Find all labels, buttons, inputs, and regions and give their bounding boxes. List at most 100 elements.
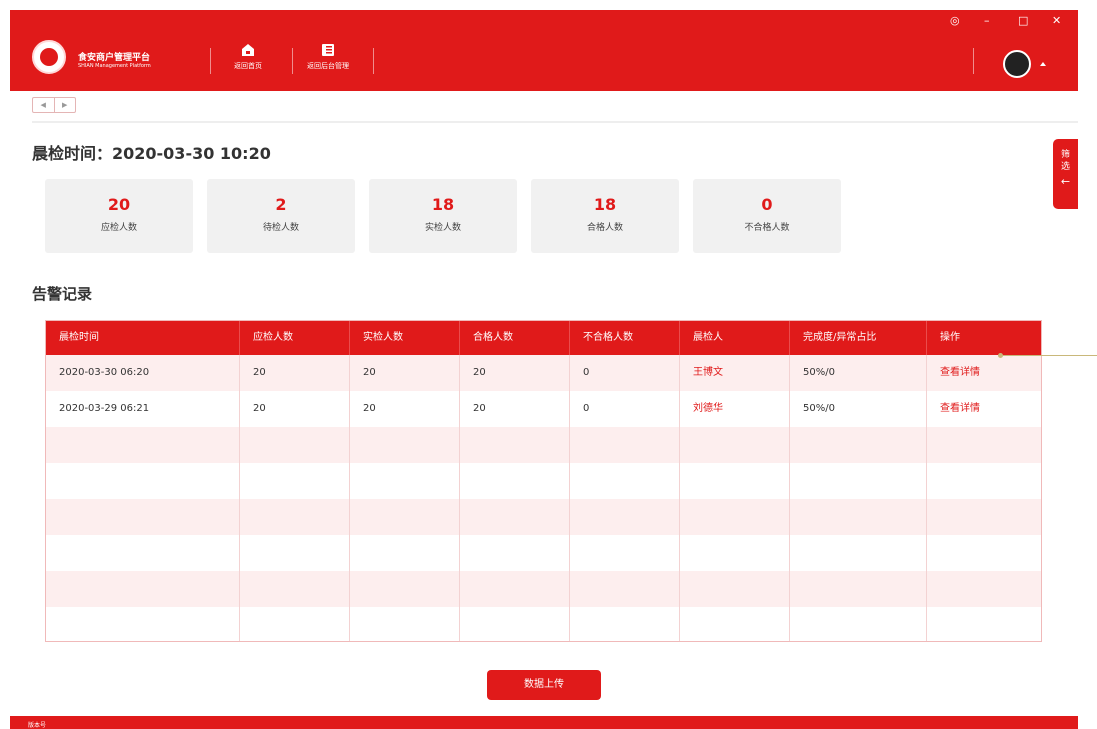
table-cell bbox=[790, 427, 927, 463]
filter-toggle-button[interactable]: 筛选 ← bbox=[1053, 139, 1078, 209]
minimize-icon[interactable]: – bbox=[984, 14, 990, 28]
table-cell bbox=[790, 499, 927, 535]
table-cell bbox=[240, 571, 350, 607]
home-icon bbox=[242, 44, 254, 56]
tab-prev-button[interactable]: ◀ bbox=[33, 98, 55, 112]
column-header: 实检人数 bbox=[350, 321, 460, 355]
stat-value: 20 bbox=[107, 195, 131, 214]
table-cell bbox=[350, 571, 460, 607]
view-details-link[interactable]: 查看详情 bbox=[927, 391, 1041, 427]
table-cell bbox=[927, 535, 1041, 571]
header-divider bbox=[373, 48, 374, 74]
table-cell bbox=[46, 499, 240, 535]
table-cell bbox=[460, 535, 570, 571]
inspector-name: 刘德华 bbox=[680, 391, 790, 427]
column-header: 完成度/异常占比 bbox=[790, 321, 927, 355]
table-cell: 0 bbox=[570, 355, 680, 391]
stat-label: 不合格人数 bbox=[744, 223, 790, 233]
settings-icon[interactable]: ◎ bbox=[950, 14, 960, 28]
table-cell bbox=[570, 607, 680, 641]
annotation-line bbox=[1000, 355, 1097, 356]
header-divider bbox=[292, 48, 293, 74]
table-cell bbox=[570, 499, 680, 535]
table-cell bbox=[46, 427, 240, 463]
tab-divider bbox=[32, 121, 1078, 123]
table-cell bbox=[350, 499, 460, 535]
table-cell: 20 bbox=[460, 391, 570, 427]
table-cell bbox=[680, 571, 790, 607]
table-cell bbox=[350, 535, 460, 571]
table-cell: 20 bbox=[350, 355, 460, 391]
table-cell bbox=[790, 571, 927, 607]
table-row: 2020-03-29 06:21 20 20 20 0 刘德华 50%/0 查看… bbox=[46, 391, 1041, 427]
arrow-left-icon: ← bbox=[1060, 175, 1071, 188]
stat-value: 0 bbox=[761, 195, 773, 214]
table-cell bbox=[570, 463, 680, 499]
tab-next-button[interactable]: ▶ bbox=[55, 98, 76, 112]
avatar[interactable] bbox=[1003, 50, 1031, 78]
stat-label: 应检人数 bbox=[100, 223, 137, 233]
panel-icon bbox=[322, 44, 334, 56]
table-cell bbox=[350, 427, 460, 463]
table-cell bbox=[680, 427, 790, 463]
table-header-row: 晨检时间 应检人数 实检人数 合格人数 不合格人数 晨检人 完成度/异常占比 操… bbox=[46, 321, 1041, 355]
tab-navigator: ◀ ▶ bbox=[32, 97, 76, 113]
stat-card-pending: 2 待检人数 bbox=[207, 179, 355, 253]
table-cell bbox=[46, 571, 240, 607]
nav-admin-button[interactable]: 返回后台管理 bbox=[300, 43, 356, 71]
table-cell bbox=[927, 571, 1041, 607]
column-header: 合格人数 bbox=[460, 321, 570, 355]
table-row-empty bbox=[46, 427, 1041, 463]
view-details-link[interactable]: 查看详情 bbox=[927, 355, 1041, 391]
table-row: 2020-03-30 06:20 20 20 20 0 王博文 50%/0 查看… bbox=[46, 355, 1041, 391]
table-row-empty bbox=[46, 607, 1041, 641]
table-cell bbox=[460, 607, 570, 641]
stat-value: 18 bbox=[431, 195, 455, 214]
table-row-empty bbox=[46, 463, 1041, 499]
table-cell bbox=[460, 463, 570, 499]
table-cell bbox=[570, 571, 680, 607]
table-cell bbox=[680, 607, 790, 641]
column-header: 应检人数 bbox=[240, 321, 350, 355]
column-header: 晨检时间 bbox=[46, 321, 240, 355]
table-cell bbox=[927, 427, 1041, 463]
header-divider bbox=[210, 48, 211, 74]
table-cell bbox=[240, 607, 350, 641]
filter-label: 筛选 bbox=[1060, 150, 1070, 172]
table-cell bbox=[460, 499, 570, 535]
table-row-empty bbox=[46, 535, 1041, 571]
version-label: 版本号 bbox=[28, 722, 47, 729]
stat-value: 2 bbox=[275, 195, 287, 214]
table-cell: 2020-03-30 06:20 bbox=[46, 355, 240, 391]
table-row-empty bbox=[46, 499, 1041, 535]
column-header: 不合格人数 bbox=[570, 321, 680, 355]
column-header: 操作 bbox=[927, 321, 1041, 355]
table-cell bbox=[350, 463, 460, 499]
header-divider bbox=[973, 48, 974, 74]
table-cell bbox=[46, 535, 240, 571]
inspection-time-title: 晨检时间：2020-03-30 10:20 bbox=[32, 144, 271, 163]
table-cell bbox=[460, 571, 570, 607]
stat-card-actual: 18 实检人数 bbox=[369, 179, 517, 253]
close-icon[interactable]: ✕ bbox=[1052, 14, 1061, 28]
nav-home-button[interactable]: 返回首页 bbox=[220, 43, 276, 71]
header-bar: 食安商户管理平台 SHIAN Management Platform 返回首页 … bbox=[10, 10, 1078, 91]
table-cell: 20 bbox=[240, 355, 350, 391]
stat-label: 实检人数 bbox=[424, 223, 461, 233]
platform-logo-icon bbox=[32, 40, 66, 74]
upload-data-button[interactable]: 数据上传 bbox=[487, 670, 601, 700]
stat-label: 合格人数 bbox=[586, 223, 623, 233]
alert-records-title: 告警记录 bbox=[32, 285, 93, 303]
caret-up-icon[interactable] bbox=[1040, 62, 1046, 66]
stat-label: 待检人数 bbox=[262, 223, 299, 233]
table-cell: 50%/0 bbox=[790, 391, 927, 427]
table-cell bbox=[927, 607, 1041, 641]
table-cell bbox=[680, 535, 790, 571]
stat-card-expected: 20 应检人数 bbox=[45, 179, 193, 253]
table-cell bbox=[790, 535, 927, 571]
stat-card-failed: 0 不合格人数 bbox=[693, 179, 841, 253]
table-cell bbox=[240, 535, 350, 571]
table-cell bbox=[680, 463, 790, 499]
maximize-icon[interactable]: □ bbox=[1018, 14, 1028, 28]
stat-value: 18 bbox=[593, 195, 617, 214]
